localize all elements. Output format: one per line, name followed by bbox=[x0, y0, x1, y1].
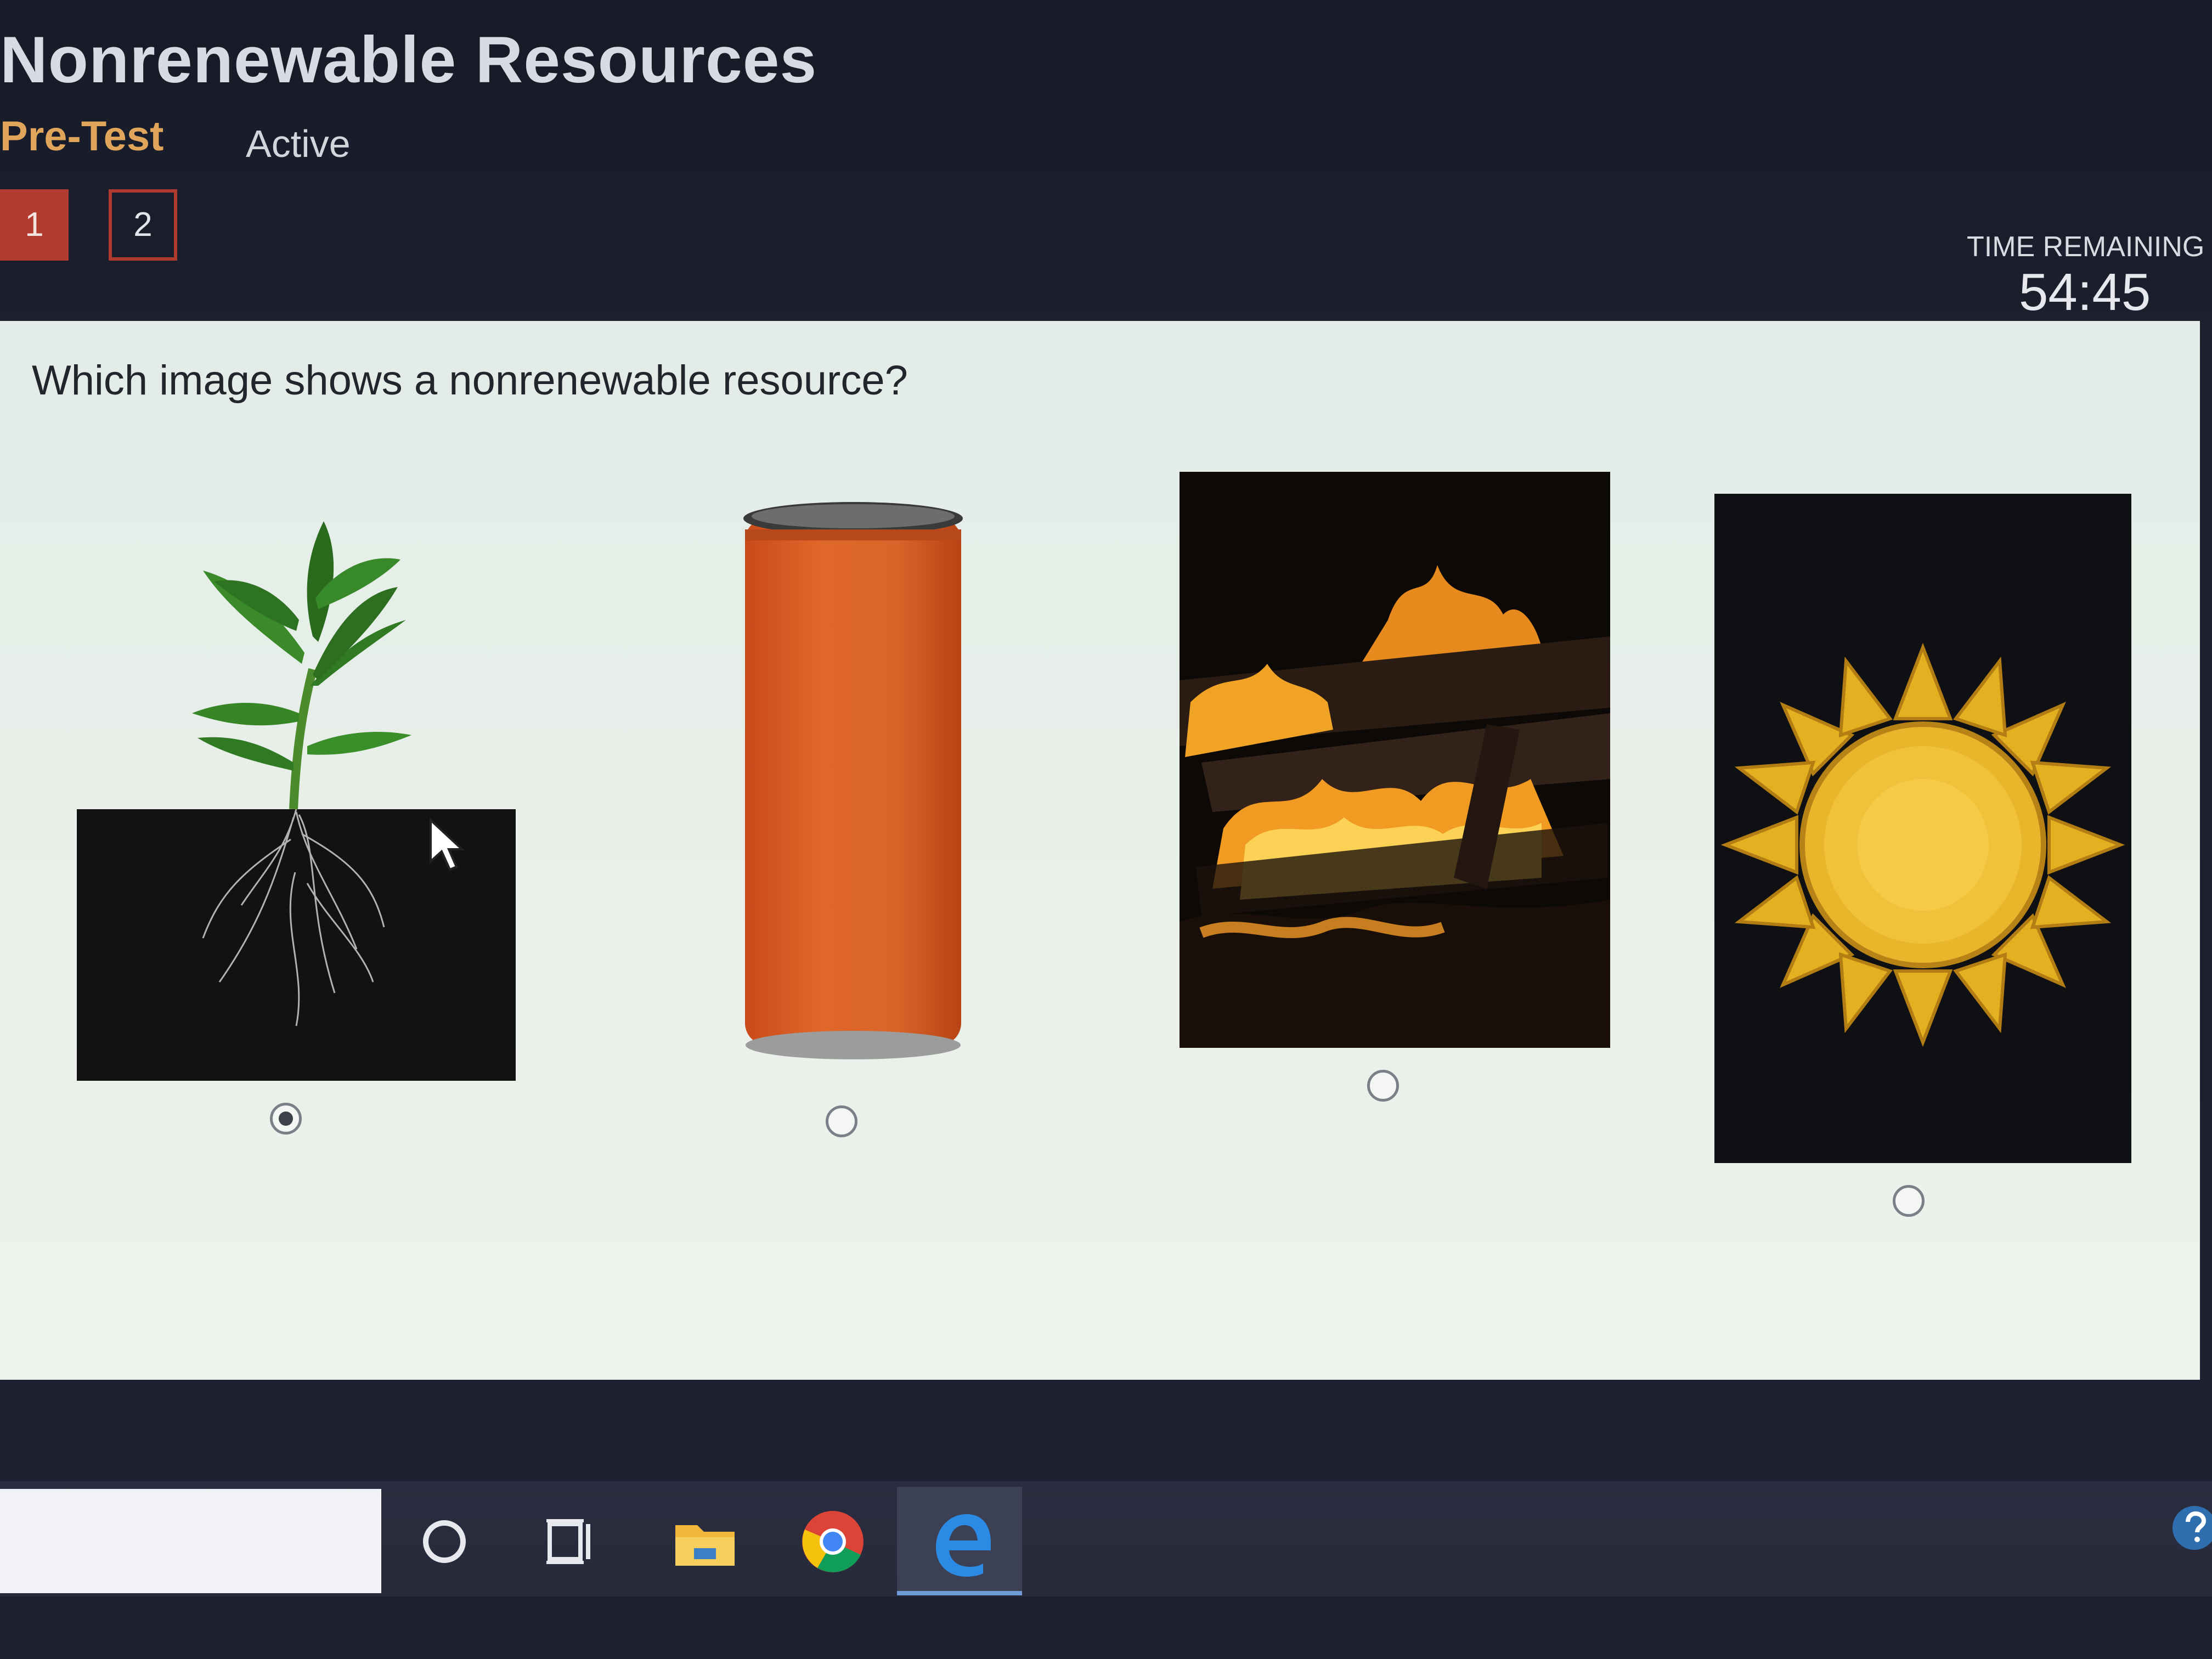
choice-image-campfire[interactable] bbox=[1180, 472, 1610, 1048]
timer-label: TIME REMAINING bbox=[1967, 231, 2205, 263]
help-icon[interactable] bbox=[2170, 1503, 2212, 1553]
choice-image-sun[interactable] bbox=[1714, 494, 2131, 1163]
timer-value: 54:45 bbox=[2019, 263, 2151, 321]
lesson-title: Nonrenewable Resources bbox=[0, 23, 817, 97]
mouse-cursor-icon bbox=[430, 817, 465, 871]
question-panel: Which image shows a nonrenewable resourc… bbox=[0, 321, 2200, 1380]
choice-radio-4[interactable] bbox=[1893, 1185, 1925, 1217]
tab-status-active: Active bbox=[246, 122, 351, 165]
question-prompt: Which image shows a nonrenewable resourc… bbox=[32, 357, 908, 404]
orange-can-icon bbox=[743, 502, 963, 1059]
question-nav-button-2[interactable]: 2 bbox=[109, 189, 177, 261]
choice-image-can[interactable] bbox=[741, 496, 966, 1062]
campfire-icon bbox=[1180, 472, 1610, 1048]
file-explorer-icon[interactable] bbox=[661, 1498, 749, 1585]
question-nav-button-1[interactable]: 1 bbox=[0, 189, 69, 261]
chrome-icon[interactable] bbox=[789, 1498, 877, 1585]
edge-icon[interactable] bbox=[915, 1498, 1003, 1585]
choice-radio-2[interactable] bbox=[826, 1105, 857, 1137]
taskbar-search-box[interactable] bbox=[0, 1489, 381, 1593]
search-circle-icon[interactable] bbox=[400, 1498, 488, 1585]
choice-radio-1[interactable] bbox=[270, 1103, 302, 1135]
tab-pre-test[interactable]: Pre-Test bbox=[0, 112, 163, 160]
windows-taskbar bbox=[0, 1481, 2212, 1596]
screen: Nonrenewable Resources Pre-Test Active 1… bbox=[0, 0, 2212, 1659]
sun-icon bbox=[1714, 494, 2131, 1163]
choice-image-plant[interactable] bbox=[77, 455, 516, 1081]
task-view-icon[interactable] bbox=[527, 1498, 614, 1585]
choice-radio-3[interactable] bbox=[1367, 1070, 1399, 1102]
plant-with-roots-icon bbox=[77, 521, 516, 1081]
